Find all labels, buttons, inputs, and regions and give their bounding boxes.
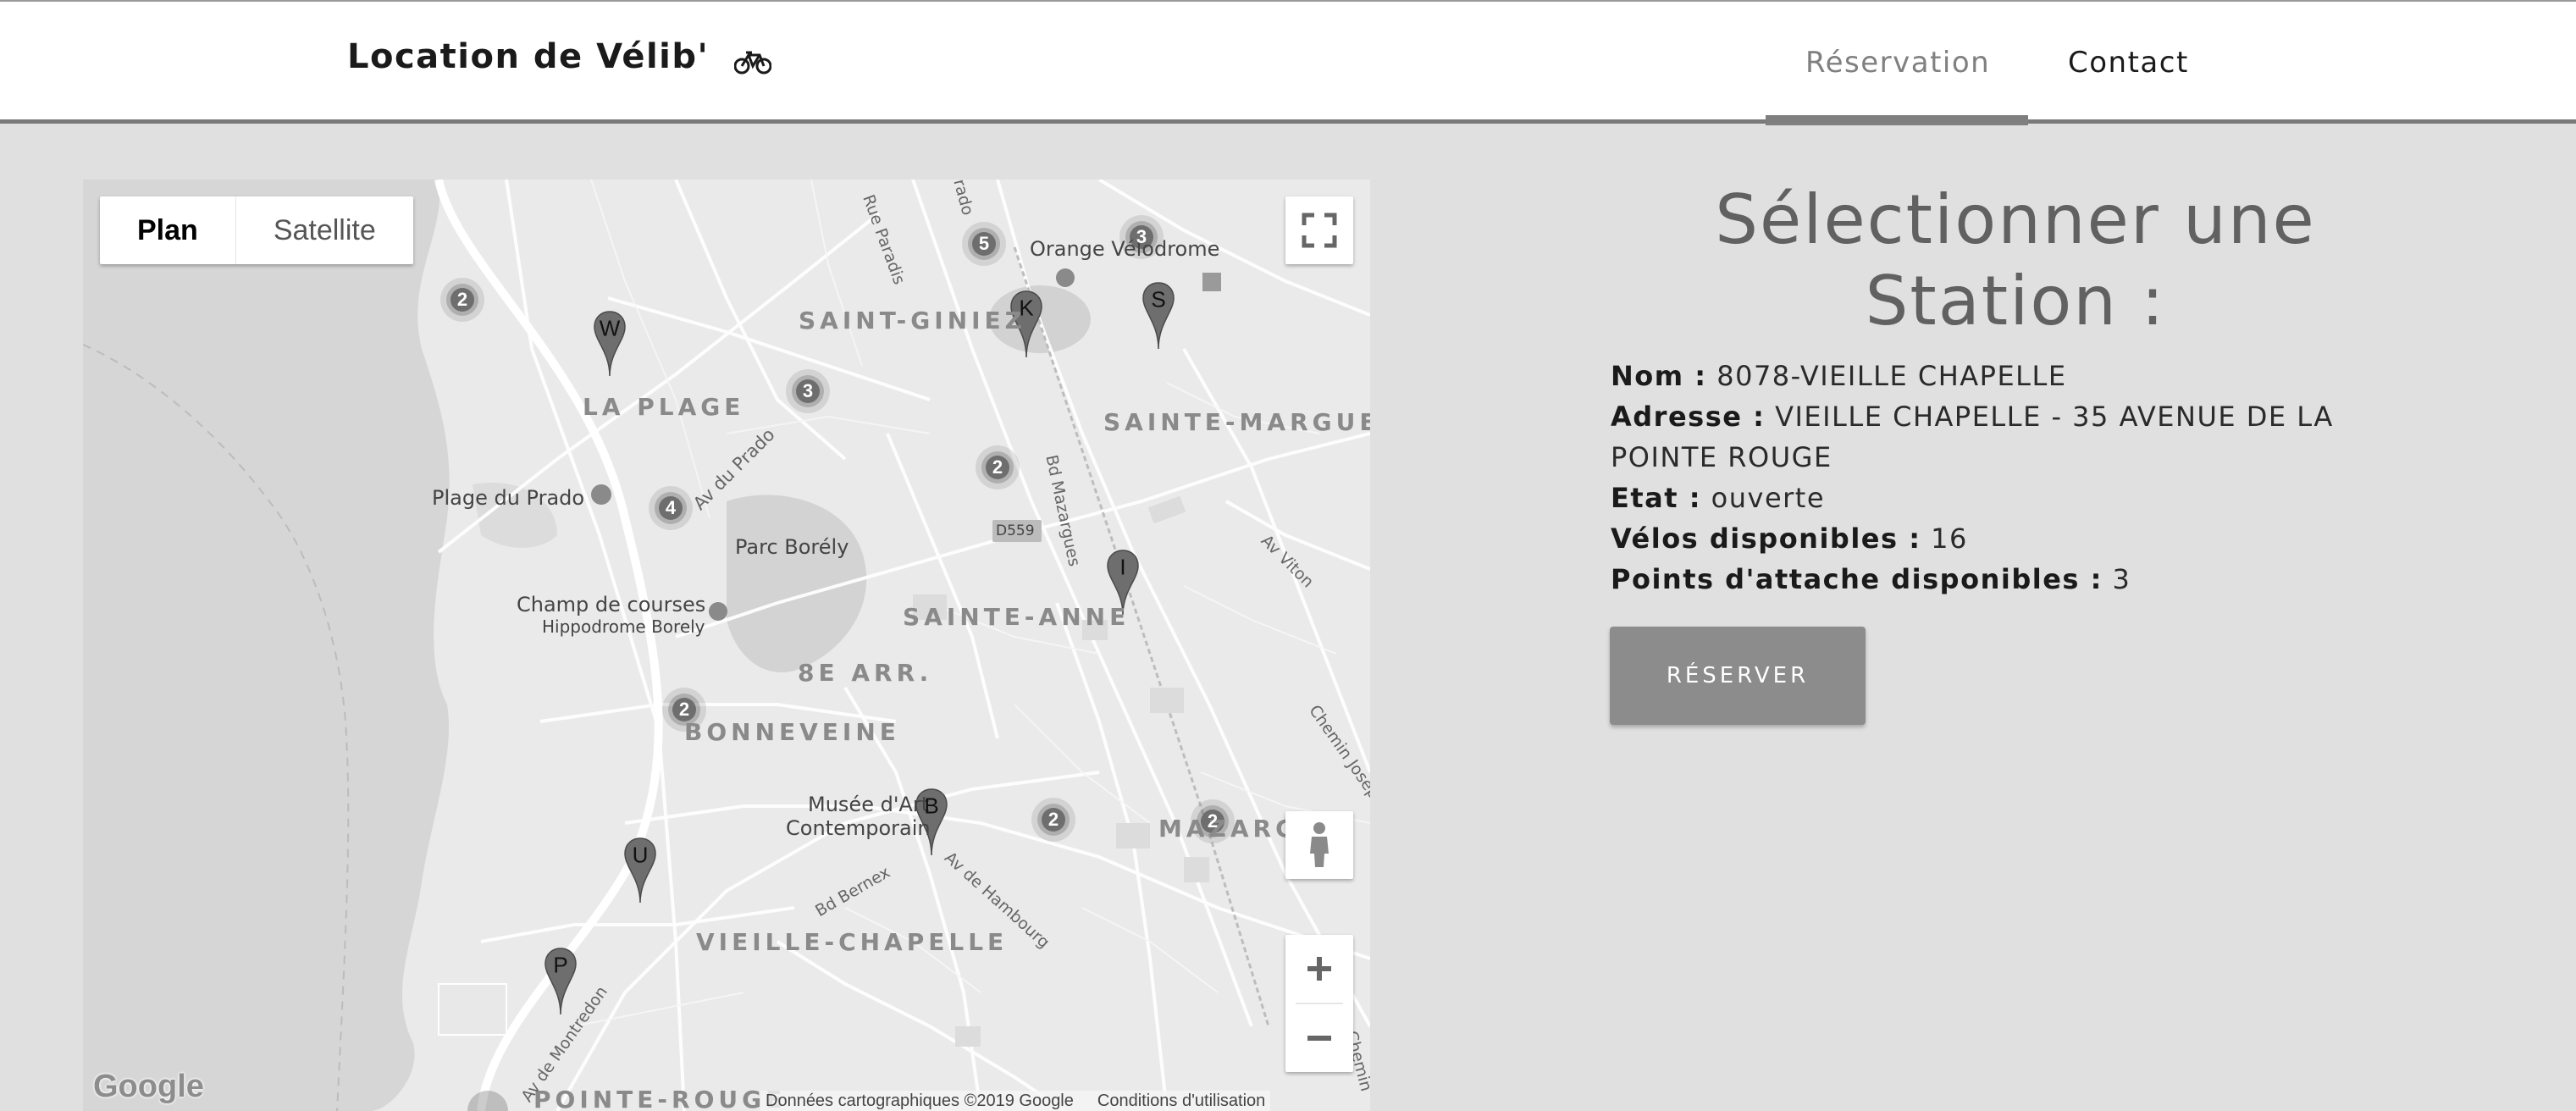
cluster-marker[interactable]: 3 [791, 380, 825, 402]
station-bikes-row: Vélos disponibles : 16 [1611, 518, 2373, 559]
station-stands-label: Points d'attache disponibles : [1611, 563, 2103, 595]
map-type-control: Plan Satellite [100, 196, 413, 264]
nav-active-indicator [1766, 115, 2028, 125]
fullscreen-button[interactable] [1285, 196, 1353, 264]
place-label: Contemporain [786, 816, 931, 840]
plus-icon [1307, 957, 1331, 981]
street-view-button[interactable] [1285, 811, 1353, 879]
station-bikes-label: Vélos disponibles : [1611, 522, 1921, 555]
map-type-plan-button[interactable]: Plan [100, 196, 236, 264]
zoom-out-button[interactable] [1285, 1004, 1353, 1072]
nav-link-contact[interactable]: Contact [2068, 46, 2189, 80]
pegman-icon [1310, 822, 1329, 867]
map-footer: Données cartographiques ©2019 Google Con… [760, 1091, 1271, 1111]
map-terms-link[interactable]: Conditions d'utilisation [1097, 1092, 1265, 1111]
station-address-row: Adresse : VIEILLE CHAPELLE - 35 AVENUE D… [1611, 396, 2373, 478]
station-marker[interactable]: U [633, 843, 649, 869]
station-name-value: 8078-VIEILLE CHAPELLE [1716, 360, 2067, 392]
place-label: Musée d'Art [808, 793, 930, 816]
nav-link-reservation[interactable]: Réservation [1805, 46, 1990, 80]
station-marker[interactable]: P [553, 953, 567, 979]
fullscreen-icon [1302, 213, 1337, 248]
station-status-value: ouverte [1711, 482, 1826, 514]
station-status-row: Etat : ouverte [1611, 478, 2373, 518]
place-label: Parc Borély [735, 535, 849, 559]
cluster-marker[interactable]: 2 [445, 289, 479, 311]
district-label: LA PLAGE [583, 393, 745, 421]
station-name-label: Nom : [1611, 360, 1707, 392]
google-logo: Google [93, 1069, 204, 1104]
station-name-row: Nom : 8078-VIEILLE CHAPELLE [1611, 356, 2373, 396]
brand-title: Location de Vélib' [347, 37, 710, 76]
map-type-satellite-button[interactable]: Satellite [236, 196, 413, 264]
station-panel-title: Sélectionner une Station : [1715, 180, 2316, 340]
bicycle-icon [733, 44, 772, 75]
station-marker[interactable]: S [1151, 287, 1165, 313]
cluster-marker[interactable]: 4 [654, 497, 688, 519]
minus-icon [1307, 1036, 1331, 1041]
zoom-in-button[interactable] [1285, 935, 1353, 1003]
cluster-marker[interactable]: 2 [667, 699, 701, 721]
road-label: D559 [996, 522, 1035, 539]
district-label: BONNEVEINE [684, 718, 900, 746]
station-stands-value: 3 [2112, 563, 2131, 595]
zoom-control [1285, 935, 1353, 1072]
brand[interactable]: Location de Vélib' [347, 37, 772, 76]
reserve-button[interactable]: RÉSERVER [1610, 627, 1866, 725]
station-address-label: Adresse : [1611, 401, 1766, 433]
district-label: SAINTE-MARGUER [1103, 408, 1370, 436]
district-label: POINTE-ROUGE [533, 1086, 787, 1111]
station-status-label: Etat : [1611, 482, 1701, 514]
station-stands-row: Points d'attache disponibles : 3 [1611, 559, 2373, 600]
place-label: Champ de courses [517, 593, 706, 616]
navbar: Location de Vélib' Réservation Contact [0, 0, 2576, 125]
map-canvas [83, 180, 1370, 1111]
place-label: Plage du Prado [432, 486, 585, 510]
district-label: SAINT-GINIEZ [799, 307, 1026, 334]
cluster-marker[interactable]: 5 [967, 233, 1001, 255]
station-marker[interactable]: B [924, 793, 938, 820]
place-label: Hippodrome Borely [542, 616, 705, 637]
cluster-marker[interactable]: 2 [1036, 809, 1070, 831]
map[interactable]: SAINT-GINIEZ LA PLAGE SAINTE-MARGUER SAI… [83, 180, 1370, 1111]
station-marker[interactable]: I [1119, 555, 1125, 581]
cluster-marker[interactable]: 2 [981, 456, 1014, 478]
district-label: SAINTE-ANNE [903, 603, 1130, 631]
map-attribution: Données cartographiques ©2019 Google [766, 1091, 1074, 1110]
station-marker[interactable]: K [1019, 296, 1033, 322]
cluster-marker[interactable]: 3 [1125, 226, 1158, 248]
station-marker[interactable]: W [600, 316, 621, 342]
cluster-marker[interactable]: 2 [1196, 810, 1230, 832]
district-label: 8E ARR. [798, 659, 933, 687]
station-bikes-value: 16 [1931, 522, 1968, 555]
district-label: VIEILLE-CHAPELLE [696, 928, 1009, 956]
